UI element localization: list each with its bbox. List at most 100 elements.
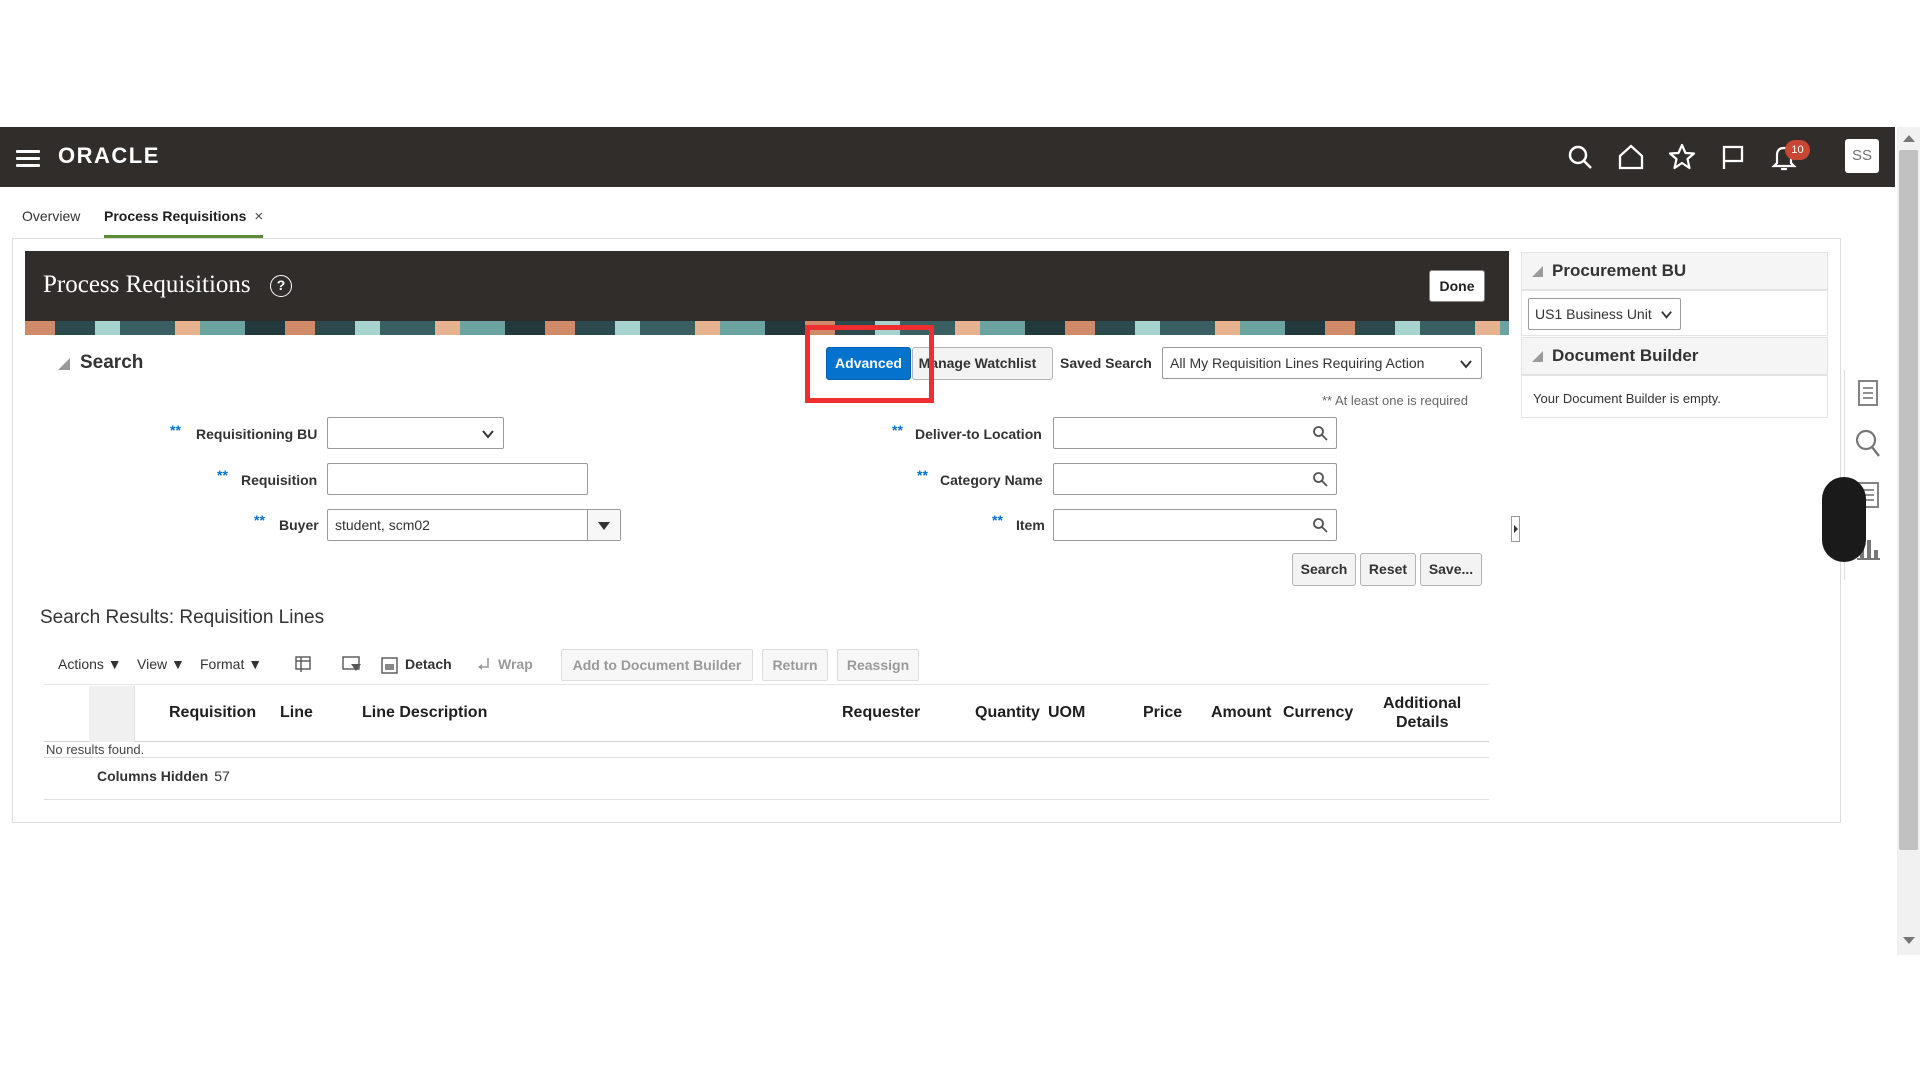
floating-handle[interactable] xyxy=(1822,477,1866,562)
divider xyxy=(44,757,1489,758)
required-mark: ** xyxy=(992,512,1003,528)
chevron-down-icon xyxy=(1661,311,1672,319)
done-button[interactable]: Done xyxy=(1429,270,1485,302)
row-selector-column xyxy=(89,686,135,742)
document-icon[interactable] xyxy=(1854,378,1882,408)
required-mark: ** xyxy=(217,467,228,483)
collapse-icon xyxy=(1532,266,1543,277)
requisitioning-bu-label: Requisitioning BU xyxy=(196,426,318,442)
banner-decoration xyxy=(25,321,1509,335)
reset-button[interactable]: Reset xyxy=(1360,553,1416,586)
reassign-button: Reassign xyxy=(837,649,919,681)
collapse-icon xyxy=(1532,351,1543,362)
favorites-star-icon[interactable] xyxy=(1667,142,1697,172)
required-note: ** At least one is required xyxy=(1322,393,1468,408)
buyer-value: student, scm02 xyxy=(335,517,430,533)
requisition-input[interactable] xyxy=(327,463,588,495)
scroll-down-icon[interactable] xyxy=(1903,937,1915,944)
close-tab-icon[interactable]: × xyxy=(254,208,263,225)
panel-splitter-handle[interactable] xyxy=(1511,516,1520,542)
app-header xyxy=(0,127,1895,187)
item-input[interactable] xyxy=(1053,509,1337,541)
column-requester[interactable]: Requester xyxy=(842,704,920,722)
query-by-example-icon[interactable] xyxy=(341,654,363,674)
oracle-logo[interactable]: ORACLE xyxy=(58,143,160,169)
manage-watchlist-label: Manage Watchlist xyxy=(918,355,1037,371)
divider xyxy=(44,799,1489,800)
column-additional[interactable]: Additional xyxy=(1383,695,1461,713)
search-icon[interactable] xyxy=(1312,471,1328,487)
buyer-dropdown-button[interactable] xyxy=(587,510,620,540)
wrap-button: Wrap xyxy=(498,656,533,672)
document-builder-empty-text: Your Document Builder is empty. xyxy=(1533,391,1721,406)
home-icon[interactable] xyxy=(1616,142,1646,172)
column-line[interactable]: Line xyxy=(280,704,313,722)
chevron-down-icon xyxy=(482,430,494,439)
search-icon[interactable] xyxy=(1565,142,1595,172)
format-menu[interactable]: Format ▼ xyxy=(200,656,262,672)
results-title: Search Results: Requisition Lines xyxy=(40,607,325,628)
search-icon[interactable] xyxy=(1312,425,1328,441)
procurement-bu-value: US1 Business Unit xyxy=(1535,306,1652,322)
page-title: Process Requisitions xyxy=(43,271,251,298)
column-currency[interactable]: Currency xyxy=(1283,704,1353,722)
buyer-combobox[interactable]: student, scm02 xyxy=(327,509,621,541)
scroll-up-icon[interactable] xyxy=(1903,135,1915,142)
category-name-input[interactable] xyxy=(1053,463,1337,495)
column-amount[interactable]: Amount xyxy=(1211,704,1271,722)
deliver-to-location-label: Deliver-to Location xyxy=(915,426,1042,442)
procurement-bu-header[interactable]: Procurement BU xyxy=(1521,252,1828,290)
saved-search-value: All My Requisition Lines Requiring Actio… xyxy=(1170,355,1425,371)
freeze-columns-icon[interactable] xyxy=(293,654,313,674)
document-builder-title: Document Builder xyxy=(1552,346,1699,365)
column-details[interactable]: Details xyxy=(1396,714,1448,732)
column-uom[interactable]: UOM xyxy=(1048,704,1085,722)
search-button[interactable]: Search xyxy=(1292,553,1356,586)
notification-count-badge: 10 xyxy=(1785,140,1810,160)
chevron-down-icon xyxy=(1460,360,1472,369)
category-name-label: Category Name xyxy=(940,472,1043,488)
required-mark: ** xyxy=(170,422,181,438)
buyer-label: Buyer xyxy=(279,517,319,533)
detach-icon[interactable] xyxy=(380,655,400,675)
document-builder-header[interactable]: Document Builder xyxy=(1521,337,1828,375)
tab-process-requisitions[interactable]: Process Requisitions × xyxy=(104,208,264,238)
collapse-search-icon[interactable] xyxy=(58,358,70,370)
scrollbar-thumb[interactable] xyxy=(1899,150,1918,850)
deliver-to-location-input[interactable] xyxy=(1053,417,1337,449)
return-button: Return xyxy=(762,649,828,681)
results-table-header xyxy=(44,684,1489,742)
actions-menu[interactable]: Actions ▼ xyxy=(58,656,122,672)
column-requisition[interactable]: Requisition xyxy=(169,704,256,722)
tab-label: Process Requisitions xyxy=(104,208,247,224)
column-price[interactable]: Price xyxy=(1143,704,1182,722)
flag-icon[interactable] xyxy=(1718,142,1748,172)
tab-overview[interactable]: Overview xyxy=(22,208,80,238)
highlight-box xyxy=(805,325,934,403)
add-to-document-builder-button: Add to Document Builder xyxy=(561,649,753,681)
menu-icon[interactable] xyxy=(16,150,40,168)
item-label: Item xyxy=(1016,517,1045,533)
user-avatar[interactable]: SS xyxy=(1845,139,1879,173)
requisitioning-bu-select[interactable] xyxy=(327,417,504,449)
saved-search-label: Saved Search xyxy=(1060,355,1152,371)
search-section-title: Search xyxy=(80,352,144,373)
column-quantity[interactable]: Quantity xyxy=(975,704,1040,722)
saved-search-select[interactable]: All My Requisition Lines Requiring Actio… xyxy=(1162,347,1482,379)
save-button[interactable]: Save... xyxy=(1420,553,1482,586)
required-mark: ** xyxy=(892,422,903,438)
required-mark: ** xyxy=(917,467,928,483)
detach-button[interactable]: Detach xyxy=(405,656,452,672)
search-icon[interactable] xyxy=(1312,517,1328,533)
help-icon[interactable]: ? xyxy=(270,275,292,297)
procurement-bu-title: Procurement BU xyxy=(1552,261,1687,280)
search-panel-icon[interactable] xyxy=(1854,428,1882,458)
columns-hidden-status: Columns Hidden 57 xyxy=(97,768,230,784)
no-results-text: No results found. xyxy=(46,742,145,757)
view-menu[interactable]: View ▼ xyxy=(137,656,185,672)
column-line-description[interactable]: Line Description xyxy=(362,704,487,722)
requisition-label: Requisition xyxy=(241,472,318,488)
procurement-bu-select[interactable]: US1 Business Unit xyxy=(1528,298,1681,330)
wrap-icon xyxy=(476,656,492,674)
required-mark: ** xyxy=(254,512,265,528)
